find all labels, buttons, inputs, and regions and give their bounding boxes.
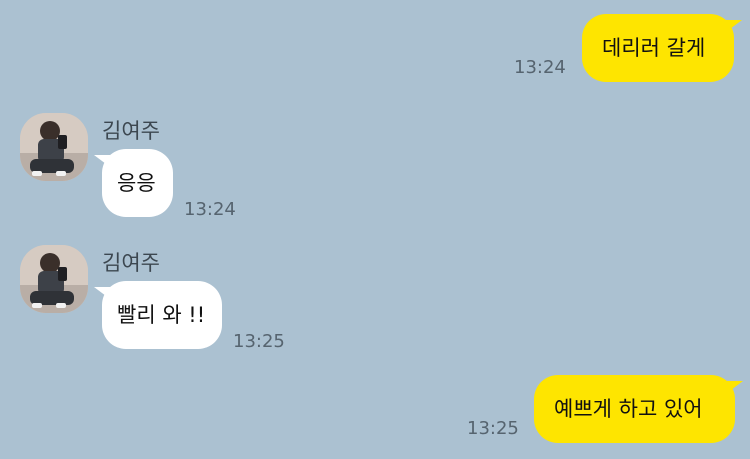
message-time: 13:24	[184, 199, 236, 220]
message-time: 13:25	[233, 331, 285, 352]
my-message-bubble[interactable]: 데리러 갈게	[582, 14, 742, 82]
message-time: 13:24	[514, 57, 566, 78]
sender-name: 김여주	[102, 251, 160, 275]
profile-avatar[interactable]	[20, 113, 88, 181]
their-message-bubble[interactable]: 응응	[94, 149, 173, 217]
sender-name: 김여주	[102, 119, 160, 143]
their-message-bubble[interactable]: 빨리 와 !!	[94, 281, 222, 349]
chat-room: 13:24 데리러 갈게 김여주 응응 13:24 김여주 빨리 와 !! 13…	[0, 0, 750, 459]
my-message-bubble[interactable]: 예쁘게 하고 있어	[534, 375, 743, 443]
profile-avatar[interactable]	[20, 245, 88, 313]
message-time: 13:25	[467, 418, 519, 439]
